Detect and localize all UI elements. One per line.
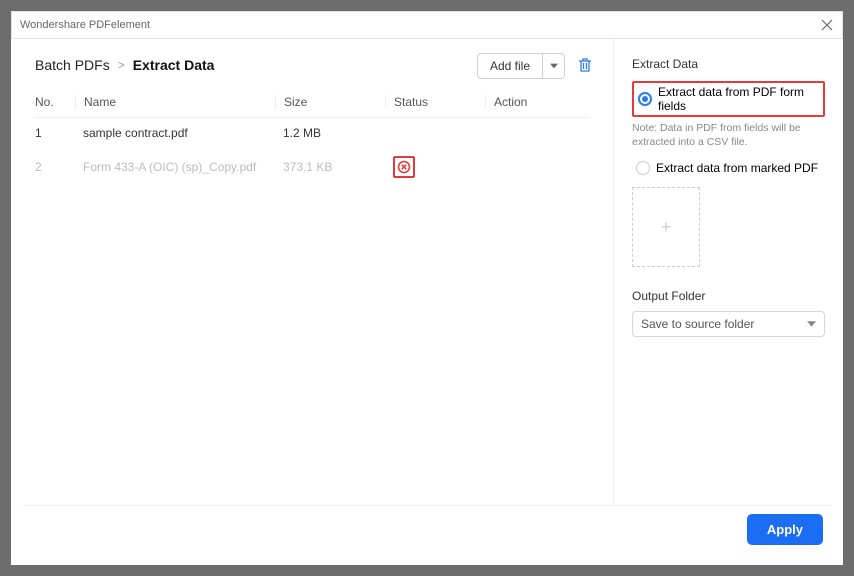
body: Batch PDFs > Extract Data Add file: [11, 39, 843, 504]
col-size: Size: [275, 95, 385, 109]
toolbar: Add file: [477, 53, 595, 79]
option-form-fields-label: Extract data from PDF form fields: [658, 85, 819, 113]
file-table: No. Name Size Status Action 1 sample con…: [11, 87, 613, 186]
cell-size: 1.2 MB: [275, 126, 385, 140]
option-marked-pdf-label: Extract data from marked PDF: [656, 161, 818, 175]
add-file-split-button: Add file: [477, 53, 565, 79]
add-file-dropdown[interactable]: [543, 53, 565, 79]
cell-no: 1: [35, 126, 75, 140]
delete-all-button[interactable]: [577, 57, 595, 75]
titlebar: Wondershare PDFelement: [11, 11, 843, 39]
col-action: Action: [485, 95, 589, 109]
option-marked-pdf[interactable]: Extract data from marked PDF: [632, 159, 825, 177]
main-panel: Batch PDFs > Extract Data Add file: [11, 39, 613, 504]
plus-icon: +: [661, 217, 672, 238]
window: Wondershare PDFelement Batch PDFs > Extr…: [11, 11, 843, 565]
footer: Apply: [23, 505, 831, 553]
chevron-down-icon: [807, 321, 816, 327]
table-row[interactable]: 1 sample contract.pdf 1.2 MB: [35, 118, 589, 148]
cell-no: 2: [35, 160, 75, 174]
cell-status: [385, 156, 485, 178]
cell-name: sample contract.pdf: [75, 126, 275, 140]
radio-selected-icon: [638, 92, 652, 106]
breadcrumb-root[interactable]: Batch PDFs: [35, 57, 110, 73]
app-title: Wondershare PDFelement: [20, 19, 150, 31]
radio-unselected-icon: [636, 161, 650, 175]
trash-icon: [577, 57, 593, 73]
col-no: No.: [35, 95, 75, 109]
option-note: Note: Data in PDF from fields will be ex…: [632, 121, 825, 149]
col-status: Status: [385, 95, 485, 109]
add-file-button[interactable]: Add file: [477, 53, 543, 79]
output-folder-value: Save to source folder: [641, 317, 754, 331]
breadcrumb-current: Extract Data: [133, 57, 215, 73]
side-panel: Extract Data Extract data from PDF form …: [613, 39, 843, 504]
col-name: Name: [75, 95, 275, 109]
close-icon[interactable]: [820, 18, 834, 32]
table-row[interactable]: 2 Form 433-A (OIC) (sp)_Copy.pdf 373.1 K…: [35, 148, 589, 186]
output-folder-select[interactable]: Save to source folder: [632, 311, 825, 337]
add-area-thumbnail[interactable]: +: [632, 187, 700, 267]
cell-name: Form 433-A (OIC) (sp)_Copy.pdf: [75, 160, 275, 174]
side-title: Extract Data: [632, 57, 825, 71]
table-header: No. Name Size Status Action: [35, 87, 589, 118]
output-folder-title: Output Folder: [632, 289, 825, 303]
chevron-right-icon: >: [118, 58, 125, 72]
apply-button[interactable]: Apply: [747, 514, 823, 545]
error-icon[interactable]: [393, 156, 415, 178]
cell-size: 373.1 KB: [275, 160, 385, 174]
chevron-down-icon: [550, 63, 558, 69]
option-form-fields[interactable]: Extract data from PDF form fields: [632, 81, 825, 117]
